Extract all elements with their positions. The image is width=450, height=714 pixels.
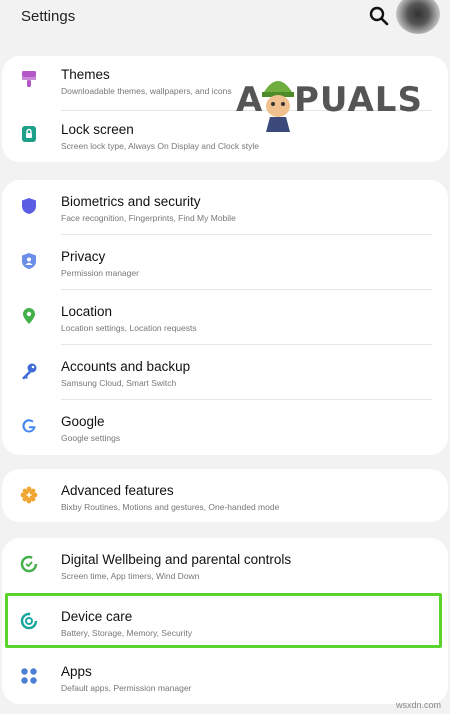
privacy-shield-icon — [18, 250, 40, 272]
item-subtitle: Google settings — [61, 433, 121, 443]
settings-group-security: Biometrics and security Face recognition… — [2, 180, 448, 455]
item-title: Google — [61, 414, 105, 429]
item-title: Privacy — [61, 249, 106, 264]
settings-item-biometrics[interactable]: Biometrics and security Face recognition… — [2, 180, 448, 235]
mascot-icon — [262, 81, 294, 132]
item-subtitle: Location settings, Location requests — [61, 323, 197, 333]
item-subtitle: Default apps, Permission manager — [61, 683, 192, 693]
settings-item-advanced-features[interactable]: Advanced features Bixby Routines, Motion… — [2, 469, 448, 522]
item-title: Apps — [61, 664, 92, 679]
wellbeing-icon — [18, 553, 40, 575]
item-title: Themes — [61, 67, 110, 82]
item-subtitle: Screen lock type, Always On Display and … — [61, 141, 259, 151]
item-subtitle: Bixby Routines, Motions and gestures, On… — [61, 502, 280, 512]
watermark-text: PUALS — [294, 80, 423, 120]
item-title: Accounts and backup — [61, 359, 191, 374]
source-credit: wsxdn.com — [396, 700, 442, 710]
item-subtitle: Samsung Cloud, Smart Switch — [61, 378, 177, 388]
item-subtitle: Permission manager — [61, 268, 139, 278]
key-icon — [18, 360, 40, 382]
item-title: Digital Wellbeing and parental controls — [61, 552, 292, 567]
gear-plus-icon — [18, 484, 40, 506]
item-title: Location — [61, 304, 113, 319]
settings-item-google[interactable]: Google Google settings — [2, 400, 448, 455]
settings-item-location[interactable]: Location Location settings, Location req… — [2, 290, 448, 345]
settings-item-apps[interactable]: Apps Default apps, Permission manager — [2, 650, 448, 705]
search-icon[interactable] — [369, 6, 389, 26]
lock-icon — [18, 123, 40, 145]
device-care-highlight — [5, 593, 442, 648]
item-title: Advanced features — [61, 483, 174, 498]
app-bar: Settings — [0, 0, 450, 50]
location-pin-icon — [18, 305, 40, 327]
settings-item-privacy[interactable]: Privacy Permission manager — [2, 235, 448, 290]
apps-grid-icon — [18, 665, 40, 687]
settings-item-accounts-backup[interactable]: Accounts and backup Samsung Cloud, Smart… — [2, 345, 448, 400]
item-subtitle: Downloadable themes, wallpapers, and ico… — [61, 86, 232, 96]
page-title: Settings — [21, 8, 76, 25]
settings-item-digital-wellbeing[interactable]: Digital Wellbeing and parental controls … — [2, 538, 448, 593]
themes-brush-icon — [18, 68, 40, 90]
settings-group-advanced: Advanced features Bixby Routines, Motion… — [2, 469, 448, 522]
appuals-watermark: A PUALS — [236, 70, 446, 140]
item-title: Biometrics and security — [61, 194, 201, 209]
profile-avatar[interactable] — [396, 0, 440, 34]
item-title: Lock screen — [61, 122, 134, 137]
item-subtitle: Screen time, App timers, Wind Down — [61, 571, 200, 581]
google-icon — [18, 415, 40, 437]
shield-icon — [18, 195, 40, 217]
item-subtitle: Face recognition, Fingerprints, Find My … — [61, 213, 236, 223]
